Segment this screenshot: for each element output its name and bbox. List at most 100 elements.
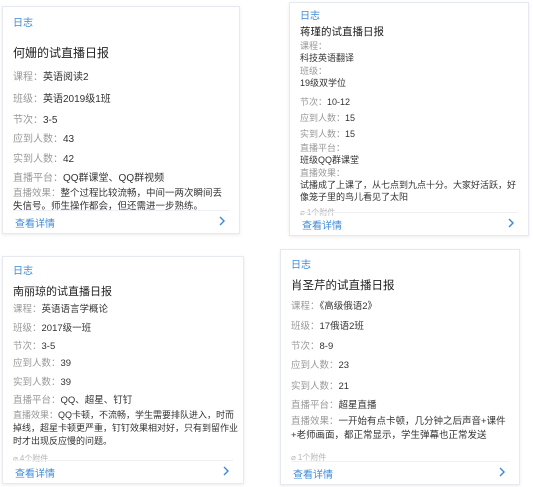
course-value: 《高级俄语2》	[319, 301, 378, 312]
class-label: 班级：	[291, 321, 320, 332]
expected-count-label: 应到人数：	[291, 360, 339, 371]
actual-count-field: 实到人数：21	[291, 378, 349, 392]
actual-count-label: 实到人数：	[13, 154, 63, 165]
log-tag: 日志	[291, 260, 311, 271]
expected-count-value: 39	[60, 358, 72, 369]
period-field: 节次：3-5	[13, 338, 55, 352]
effect-label: 直播效果：	[291, 416, 339, 427]
platform-field: 直播平台： 班级QQ群课堂	[300, 142, 359, 166]
class-value: 17俄语2班	[319, 321, 364, 332]
expected-count-label: 应到人数：	[300, 113, 346, 123]
platform-label: 直播平台：	[13, 173, 63, 184]
card-title: 何姗的试直播日报	[13, 46, 110, 60]
class-field: 班级：17俄语2班	[291, 318, 364, 332]
card-title: 肖圣芹的试直播日报	[291, 280, 395, 292]
chevron-right-icon[interactable]	[217, 216, 227, 226]
effect-field: 直播效果： 试播成了上课了，从七点到九点十分。大家好活跃，好像笼子里的鸟儿看见了太…	[300, 167, 522, 203]
view-details-link[interactable]: 查看详情	[15, 465, 55, 480]
expected-count-field: 应到人数：39	[13, 355, 71, 369]
log-tag: 日志	[13, 266, 33, 277]
period-label: 节次：	[13, 115, 43, 126]
expected-count-value: 15	[345, 113, 356, 123]
effect-field: 直播效果：一开始有点卡顿，几分钟之后声音+课件+老师画面，都正常显示，学生弹幕也…	[291, 415, 517, 443]
report-card-4[interactable]: 日志 肖圣芹的试直播日报 课程：《高级俄语2》 班级：17俄语2班 节次：8-9…	[280, 249, 520, 485]
view-details-link[interactable]: 查看详情	[293, 466, 333, 481]
actual-count-value: 42	[63, 154, 75, 165]
view-details-link[interactable]: 查看详情	[15, 215, 55, 230]
report-card-3[interactable]: 日志 南丽琼的试直播日报 课程：英语语言学概论 班级：2017级一班 节次：3-…	[2, 256, 244, 484]
platform-label: 直播平台：	[13, 395, 61, 406]
actual-count-label: 实到人数：	[291, 381, 339, 392]
period-value: 3-5	[43, 115, 58, 126]
class-value: 2017级一班	[41, 323, 92, 334]
class-field: 班级： 19级双学位	[300, 65, 346, 89]
class-label: 班级：	[300, 66, 328, 76]
period-field: 节次：10-12	[300, 95, 350, 108]
card-footer: 查看详情	[291, 461, 509, 484]
expected-count-field: 应到人数：15	[300, 111, 355, 124]
course-field: 课程： 科技英语翻译	[300, 40, 354, 64]
chevron-right-icon[interactable]	[221, 466, 231, 476]
course-label: 课程：	[291, 301, 320, 312]
period-label: 节次：	[13, 341, 42, 352]
course-label: 课程：	[13, 72, 43, 83]
platform-value: 班级QQ群课堂	[300, 155, 360, 165]
course-label: 课程：	[13, 304, 42, 315]
effect-label: 直播效果：	[13, 410, 59, 420]
actual-count-field: 实到人数：15	[300, 127, 355, 140]
card-title: 蒋瑾的试直播日报	[300, 26, 384, 38]
expected-count-value: 43	[63, 134, 75, 145]
platform-value: QQ、超星、钉钉	[60, 395, 133, 406]
platform-value: 超星直播	[338, 400, 377, 411]
class-label: 班级：	[13, 323, 42, 334]
platform-label: 直播平台：	[300, 143, 346, 153]
effect-label: 直播效果：	[13, 188, 61, 199]
actual-count-field: 实到人数：42	[13, 150, 74, 165]
effect-label: 直播效果：	[300, 168, 346, 178]
report-card-1[interactable]: 日志 何姗的试直播日报 课程：英语阅读2 班级：英语2019级1班 节次：3-5…	[2, 6, 240, 234]
platform-field: 直播平台：QQ群课堂、QQ群视频	[13, 169, 164, 184]
platform-label: 直播平台：	[291, 400, 339, 411]
actual-count-field: 实到人数：39	[13, 374, 71, 388]
log-tag: 日志	[300, 11, 320, 22]
period-value: 3-5	[41, 341, 56, 352]
period-value: 10-12	[327, 97, 351, 107]
course-value: 英语语言学概论	[41, 304, 109, 315]
actual-count-value: 39	[60, 377, 72, 388]
effect-value: 试播成了上课了，从七点到九点十分。大家好活跃，好像笼子里的鸟儿看见了太阳	[300, 180, 517, 202]
expected-count-field: 应到人数：23	[291, 357, 349, 371]
expected-count-label: 应到人数：	[13, 358, 61, 369]
period-field: 节次：8-9	[291, 338, 333, 352]
log-tag: 日志	[13, 18, 33, 29]
course-label: 课程：	[300, 41, 328, 51]
class-value: 英语2019级1班	[43, 94, 111, 105]
course-field: 课程：英语阅读2	[13, 68, 89, 83]
period-field: 节次：3-5	[13, 111, 57, 126]
expected-count-field: 应到人数：43	[13, 130, 74, 145]
card-footer: 查看详情	[13, 460, 233, 483]
expected-count-label: 应到人数：	[13, 134, 63, 145]
period-label: 节次：	[300, 97, 328, 107]
card-title: 南丽琼的试直播日报	[13, 286, 112, 298]
chevron-right-icon[interactable]	[497, 467, 507, 477]
class-value: 19级双学位	[300, 78, 347, 88]
platform-value: QQ群课堂、QQ群视频	[63, 173, 165, 184]
platform-field: 直播平台：QQ、超星、钉钉	[13, 392, 132, 406]
course-field: 课程：英语语言学概论	[13, 301, 108, 315]
class-field: 班级：英语2019级1班	[13, 90, 111, 105]
view-details-link[interactable]: 查看详情	[302, 217, 342, 232]
expected-count-value: 23	[338, 360, 350, 371]
card-footer: 查看详情	[300, 212, 518, 235]
course-value: 科技英语翻译	[300, 53, 355, 63]
platform-field: 直播平台：超星直播	[291, 397, 377, 411]
class-label: 班级：	[13, 94, 43, 105]
actual-count-value: 15	[345, 129, 356, 139]
chevron-right-icon[interactable]	[506, 218, 516, 228]
period-value: 8-9	[319, 341, 334, 352]
class-field: 班级：2017级一班	[13, 320, 91, 334]
effect-field: 直播效果：QQ卡顿，不流畅，学生需要排队进入，时而掉线，超星卡顿更严重，钉钉效果…	[13, 409, 241, 448]
course-field: 课程：《高级俄语2》	[291, 298, 377, 312]
report-card-2[interactable]: 日志 蒋瑾的试直播日报 课程： 科技英语翻译 班级： 19级双学位 节次：10-12…	[289, 2, 529, 236]
actual-count-label: 实到人数：	[300, 129, 346, 139]
period-label: 节次：	[291, 341, 320, 352]
